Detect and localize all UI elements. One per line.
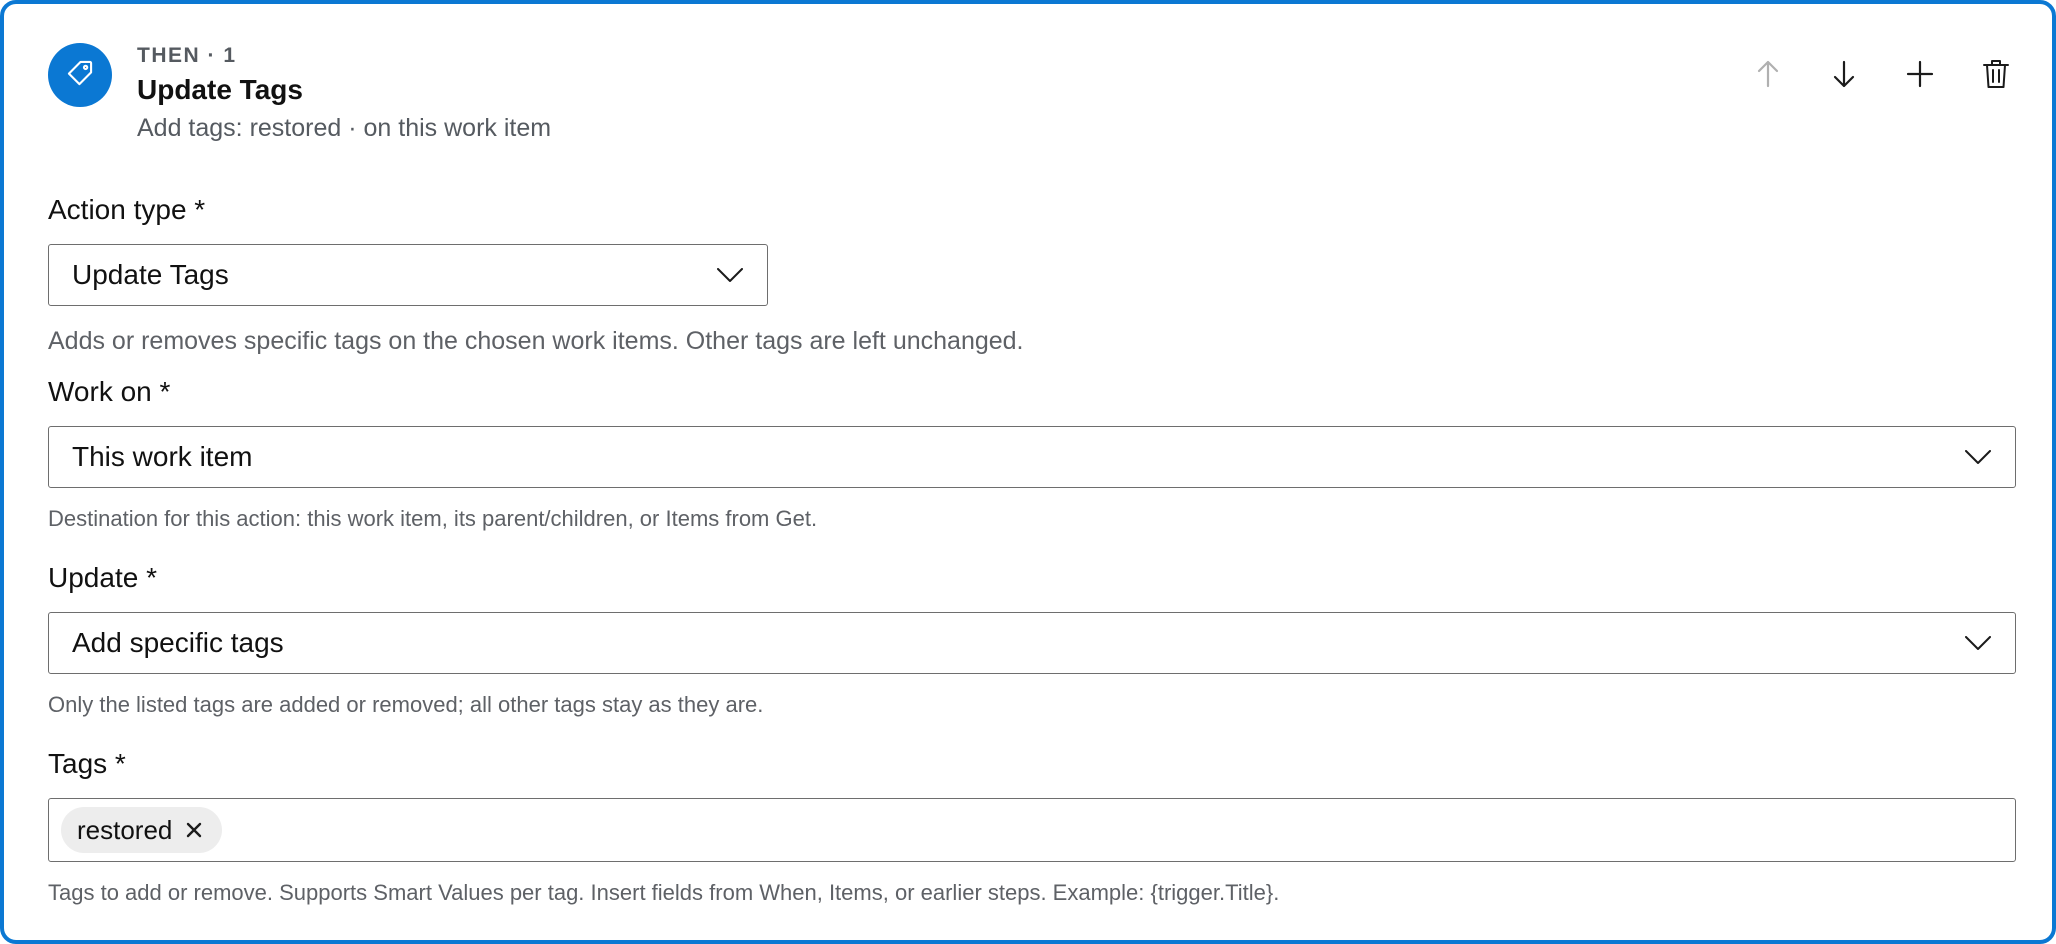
add-step-button[interactable] <box>1904 56 1936 96</box>
step-title: Update Tags <box>137 74 303 105</box>
move-up-button[interactable] <box>1752 56 1784 96</box>
update-label: Update * <box>48 562 157 593</box>
update-help: Only the listed tags are added or remove… <box>48 692 764 717</box>
tag-chip: restored <box>61 807 223 853</box>
tags-input[interactable]: restored <box>48 798 2016 862</box>
action-type-value: Update Tags <box>72 259 229 290</box>
move-down-button[interactable] <box>1828 56 1860 96</box>
trash-icon <box>1982 58 2010 95</box>
tag-icon <box>66 59 94 92</box>
work-on-label: Work on * <box>48 376 171 407</box>
chevron-down-icon <box>1965 633 1993 653</box>
close-icon[interactable] <box>186 821 204 839</box>
arrow-up-icon <box>1756 59 1780 94</box>
step-toolbar <box>1752 56 2012 96</box>
step-summary: Add tags: restored · on this work item <box>137 114 552 142</box>
action-type-select[interactable]: Update Tags <box>48 244 768 306</box>
action-step-card: THEN · 1 Update Tags Add tags: restored … <box>0 0 2056 944</box>
chevron-down-icon <box>1965 447 1993 467</box>
tags-help: Tags to add or remove. Supports Smart Va… <box>48 880 1280 905</box>
update-select[interactable]: Add specific tags <box>48 612 2016 674</box>
plus-icon <box>1906 60 1934 93</box>
action-type-help: Adds or removes specific tags on the cho… <box>48 327 1024 355</box>
work-on-help: Destination for this action: this work i… <box>48 506 818 531</box>
tags-label: Tags * <box>48 748 126 779</box>
work-on-value: This work item <box>72 441 253 472</box>
step-badge <box>48 43 112 107</box>
action-type-label: Action type * <box>48 194 206 225</box>
work-on-select[interactable]: This work item <box>48 426 2016 488</box>
arrow-down-icon <box>1832 59 1856 94</box>
tag-chip-label: restored <box>77 814 173 845</box>
update-value: Add specific tags <box>72 627 284 658</box>
step-label: THEN · 1 <box>137 44 237 67</box>
delete-step-button[interactable] <box>1980 56 2012 96</box>
chevron-down-icon <box>717 265 745 285</box>
